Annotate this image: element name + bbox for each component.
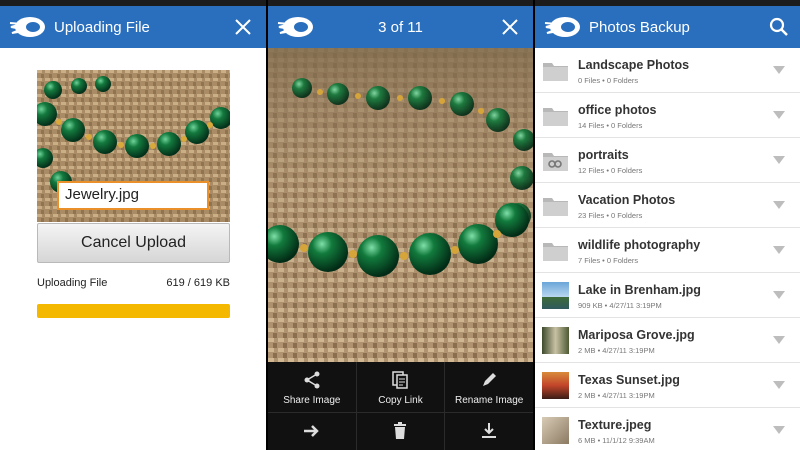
rename-icon	[483, 373, 497, 386]
shared-folder-icon	[542, 147, 569, 174]
upload-size-text: 619 / 619 KB	[166, 277, 230, 289]
chevron-down-icon[interactable]	[773, 156, 785, 164]
rename-image-label: Rename Image	[454, 395, 524, 406]
item-meta: 23 Files • 0 Folders	[578, 211, 643, 220]
item-name: portraits	[578, 148, 629, 162]
app-bar: Uploading File	[0, 6, 266, 48]
share-image-label: Share Image	[283, 395, 341, 406]
move-icon	[303, 425, 319, 437]
image-viewer-screen: 3 of 11 Share Image Copy Link Rename Ima…	[268, 0, 533, 450]
item-name: Texas Sunset.jpg	[578, 373, 680, 387]
item-meta: 0 Files • 0 Folders	[578, 76, 639, 85]
chevron-down-icon[interactable]	[773, 201, 785, 209]
image-action-grid: Share Image Copy Link Rename Image	[268, 362, 533, 450]
item-meta: 2 MB • 4/27/11 3:19PM	[578, 391, 655, 400]
item-name: office photos	[578, 103, 657, 117]
list-item[interactable]: Mariposa Grove.jpg 2 MB • 4/27/11 3:19PM	[535, 318, 800, 363]
list-item[interactable]: Texas Sunset.jpg 2 MB • 4/27/11 3:19PM	[535, 363, 800, 408]
item-name: Lake in Brenham.jpg	[578, 283, 701, 297]
list-item[interactable]: office photos 14 Files • 0 Folders	[535, 93, 800, 138]
app-bar: 3 of 11	[268, 6, 533, 48]
list-item[interactable]: wildlife photography 7 Files • 0 Folders	[535, 228, 800, 273]
share-icon	[304, 371, 320, 389]
upload-status-label: Uploading File	[37, 277, 108, 289]
app-bar: Photos Backup	[535, 6, 800, 48]
item-name: Landscape Photos	[578, 58, 690, 72]
chevron-down-icon[interactable]	[773, 336, 785, 344]
chevron-down-icon[interactable]	[773, 111, 785, 119]
item-meta: 12 Files • 0 Folders	[578, 166, 643, 175]
item-name: Texture.jpeg	[578, 418, 652, 432]
copy-link-label: Copy Link	[378, 395, 423, 406]
upload-screen: Uploading File Jewelry.jpg Cancel Upload…	[0, 0, 266, 450]
app-logo-icon[interactable]	[276, 14, 316, 40]
download-icon	[482, 423, 497, 438]
item-meta: 2 MB • 4/27/11 3:19PM	[578, 346, 655, 355]
image-thumbnail-icon	[542, 282, 569, 309]
item-name: Mariposa Grove.jpg	[578, 328, 695, 342]
folder-browser-screen: Photos Backup Landscape Photos 0 Files • …	[535, 0, 800, 450]
image-thumbnail-icon	[542, 327, 569, 354]
delete-button[interactable]	[356, 413, 445, 450]
chevron-down-icon[interactable]	[773, 426, 785, 434]
folder-icon	[542, 192, 569, 219]
upload-progress-bar	[37, 304, 230, 318]
item-name: Vacation Photos	[578, 193, 676, 207]
list-item[interactable]: Landscape Photos 0 Files • 0 Folders	[535, 48, 800, 93]
chevron-down-icon[interactable]	[773, 66, 785, 74]
move-button[interactable]	[268, 413, 356, 450]
chevron-down-icon[interactable]	[773, 291, 785, 299]
upload-progress-fill	[37, 304, 230, 318]
folder-icon	[542, 57, 569, 84]
filename-field: Jewelry.jpg	[57, 181, 209, 210]
item-name: wildlife photography	[578, 238, 701, 252]
file-list: Landscape Photos 0 Files • 0 Folders offic…	[535, 48, 800, 450]
rename-image-button[interactable]: Rename Image	[445, 362, 533, 412]
screen-title: Photos Backup	[589, 18, 690, 36]
screen-title: Uploading File	[54, 18, 150, 36]
image-thumbnail-icon	[542, 417, 569, 444]
list-item[interactable]: Texture.jpeg 6 MB • 11/1/12 9:39AM	[535, 408, 800, 450]
download-button[interactable]	[445, 413, 533, 450]
chevron-down-icon[interactable]	[773, 246, 785, 254]
item-meta: 7 Files • 0 Folders	[578, 256, 639, 265]
list-item[interactable]: Lake in Brenham.jpg 909 KB • 4/27/11 3:19…	[535, 273, 800, 318]
search-icon[interactable]	[768, 16, 790, 38]
item-meta: 909 KB • 4/27/11 3:19PM	[578, 301, 662, 310]
copy-link-icon	[392, 371, 409, 389]
close-icon[interactable]	[499, 16, 521, 38]
folder-icon	[542, 237, 569, 264]
cancel-upload-button[interactable]: Cancel Upload	[37, 223, 230, 263]
app-logo-icon[interactable]	[543, 14, 583, 40]
image-thumbnail-icon	[542, 372, 569, 399]
list-item[interactable]: Vacation Photos 23 Files • 0 Folders	[535, 183, 800, 228]
delete-icon	[394, 422, 407, 439]
item-meta: 6 MB • 11/1/12 9:39AM	[578, 436, 655, 445]
share-image-button[interactable]: Share Image	[268, 362, 356, 412]
app-logo-icon[interactable]	[8, 14, 48, 40]
list-item[interactable]: portraits 12 Files • 0 Folders	[535, 138, 800, 183]
close-icon[interactable]	[232, 16, 254, 38]
copy-link-button[interactable]: Copy Link	[356, 362, 445, 412]
item-meta: 14 Files • 0 Folders	[578, 121, 643, 130]
folder-icon	[542, 102, 569, 129]
chevron-down-icon[interactable]	[773, 381, 785, 389]
full-image[interactable]	[268, 48, 533, 362]
